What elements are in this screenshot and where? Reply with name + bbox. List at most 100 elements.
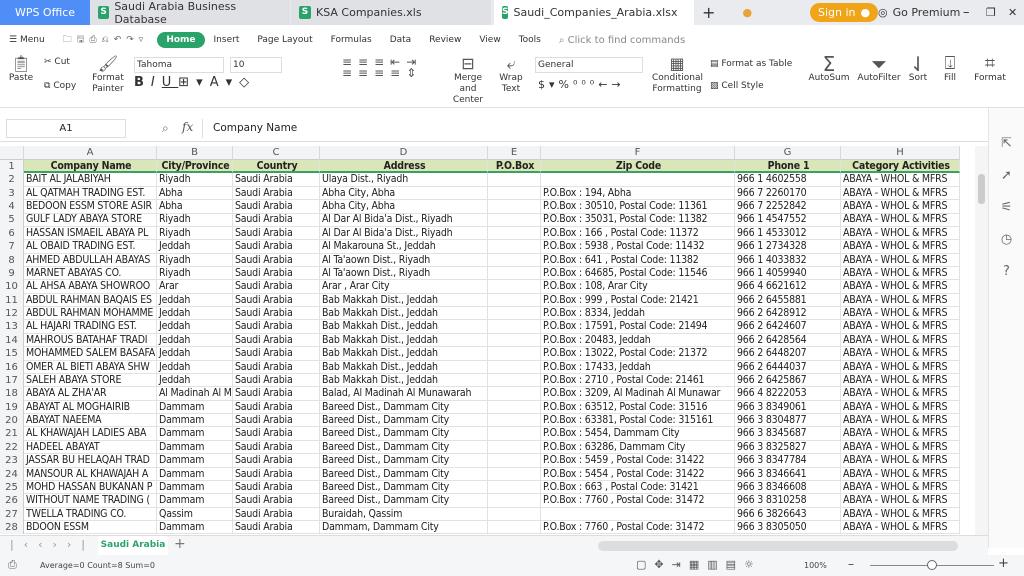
cell[interactable]: BAIT AL JALABIYAH bbox=[24, 173, 157, 187]
cell[interactable] bbox=[488, 186, 541, 201]
cell[interactable]: P.O.Box : 63286, Dammam City bbox=[541, 440, 735, 455]
cell[interactable]: Jeddah bbox=[157, 360, 233, 374]
cell[interactable]: Bab Makkah Dist., Jeddah bbox=[320, 360, 488, 374]
vertical-scrollbar[interactable] bbox=[975, 146, 988, 535]
go-premium-button[interactable]: ◎ Go Premium bbox=[870, 0, 968, 25]
header-cell[interactable]: P.O.Box bbox=[488, 160, 541, 174]
cell[interactable]: WITHOUT NAME TRADING ( bbox=[24, 494, 157, 508]
cell[interactable]: Saudi Arabia bbox=[233, 387, 320, 401]
cell[interactable]: AL HAJARI TRADING EST. bbox=[24, 320, 157, 334]
cell[interactable]: 966 3 8346608 bbox=[735, 480, 841, 495]
cell[interactable]: Saudi Arabia bbox=[233, 414, 320, 428]
cell[interactable]: 966 1 4033832 bbox=[735, 253, 841, 267]
cell[interactable]: 966 2 6448207 bbox=[735, 347, 841, 361]
cell[interactable]: Bareed Dist., Dammam City bbox=[320, 400, 488, 415]
cell[interactable]: Bab Makkah Dist., Jeddah bbox=[320, 293, 488, 308]
cell[interactable] bbox=[488, 266, 541, 281]
side-panel-icons[interactable]: ⇱ ➚ ⚟ ◷? bbox=[989, 108, 1024, 288]
cell[interactable] bbox=[488, 333, 541, 348]
cell[interactable]: P.O.Box : 5459 , Postal Code: 31422 bbox=[541, 454, 735, 468]
cell[interactable]: P.O.Box : 7760 , Postal Code: 31472 bbox=[541, 520, 735, 535]
row-number[interactable]: 27 bbox=[0, 507, 24, 521]
cell[interactable]: P.O.Box : 108, Arar City bbox=[541, 280, 735, 294]
cell[interactable]: Buraidah, Qassim bbox=[320, 507, 488, 521]
cell[interactable]: Abha bbox=[157, 200, 233, 214]
column-header-b[interactable]: B bbox=[157, 146, 233, 160]
cell[interactable]: 966 7 2252842 bbox=[735, 200, 841, 214]
doc-tab-3-active[interactable]: S Saudi_Companies_Arabia.xlsx ● bbox=[494, 0, 752, 25]
new-tab-button[interactable]: + bbox=[694, 0, 723, 25]
zoom-level[interactable]: 100% bbox=[804, 561, 827, 570]
cell[interactable] bbox=[488, 467, 541, 481]
cell[interactable]: ABAYA - WHOL & MFRS bbox=[841, 454, 960, 468]
cell[interactable]: 966 3 8310258 bbox=[735, 494, 841, 508]
cell[interactable]: ABAYA - WHOL & MFRS bbox=[841, 373, 960, 388]
fx-icon[interactable]: fx bbox=[182, 120, 193, 134]
cell[interactable]: Arar bbox=[157, 280, 233, 294]
row-number[interactable]: 14 bbox=[0, 333, 24, 348]
quick-access-icons[interactable]: 🗀🖫⎙⎌↶↷▿ bbox=[54, 32, 158, 48]
cell[interactable]: HASSAN ISMAEIL ABAYA PL bbox=[24, 226, 157, 241]
cell[interactable]: Saudi Arabia bbox=[233, 240, 320, 254]
cell[interactable]: Saudi Arabia bbox=[233, 266, 320, 281]
paste-button[interactable]: 📋︎ Paste bbox=[8, 55, 34, 84]
cell[interactable]: 966 1 4547552 bbox=[735, 213, 841, 227]
cell[interactable]: P.O.Box : 8334, Jeddah bbox=[541, 307, 735, 321]
cell[interactable]: ABAYA - WHOL & MFRS bbox=[841, 520, 960, 535]
row-number[interactable]: 13 bbox=[0, 320, 24, 334]
cell[interactable]: P.O.Box : 17433, Jeddah bbox=[541, 360, 735, 374]
cell[interactable]: Riyadh bbox=[157, 213, 233, 227]
cell[interactable]: Bareed Dist., Dammam City bbox=[320, 440, 488, 455]
cell[interactable]: Jeddah bbox=[157, 320, 233, 334]
row-number[interactable]: 3 bbox=[0, 186, 24, 201]
cell[interactable]: ABAYA - WHOL & MFRS bbox=[841, 414, 960, 428]
cell[interactable]: ABDUL RAHMAN BAQAIS ES bbox=[24, 293, 157, 308]
header-cell[interactable]: Company Name bbox=[24, 160, 157, 174]
cell[interactable]: Saudi Arabia bbox=[233, 186, 320, 201]
cell[interactable]: 966 6 3826643 bbox=[735, 507, 841, 521]
cell[interactable]: Saudi Arabia bbox=[233, 213, 320, 227]
cell[interactable]: Abha bbox=[157, 186, 233, 201]
cell[interactable]: AL QATMAH TRADING EST. bbox=[24, 186, 157, 201]
cell[interactable] bbox=[488, 507, 541, 521]
cell[interactable]: Dammam bbox=[157, 467, 233, 481]
row-number[interactable]: 7 bbox=[0, 240, 24, 254]
cell[interactable]: ABAYA - WHOL & MFRS bbox=[841, 360, 960, 374]
cell[interactable]: 966 2 6444037 bbox=[735, 360, 841, 374]
row-number[interactable]: 17 bbox=[0, 373, 24, 388]
sort-button[interactable]: ⇃ Sort bbox=[906, 54, 930, 84]
cell[interactable] bbox=[488, 414, 541, 428]
cell[interactable]: P.O.Box : 641 , Postal Code: 11382 bbox=[541, 253, 735, 267]
font-style-buttons[interactable]: BIU⊞▾A▾◇ bbox=[134, 76, 256, 89]
cell[interactable]: Ulaya Dist., Riyadh bbox=[320, 173, 488, 187]
fill-button[interactable]: ⍗ Fill bbox=[938, 55, 962, 84]
sheet-nav-buttons[interactable]: |‹‹››| bbox=[10, 538, 95, 551]
cell[interactable]: Saudi Arabia bbox=[233, 173, 320, 187]
cell[interactable] bbox=[488, 320, 541, 334]
cell[interactable]: Bareed Dist., Dammam City bbox=[320, 467, 488, 481]
cell[interactable]: HADEEL ABAYAT bbox=[24, 440, 157, 455]
header-cell[interactable]: Category Activities bbox=[841, 160, 960, 174]
cell[interactable]: Jeddah bbox=[157, 307, 233, 321]
cell[interactable]: 966 2 6424607 bbox=[735, 320, 841, 334]
formula-input[interactable]: Company Name bbox=[202, 119, 988, 138]
cell[interactable]: Saudi Arabia bbox=[233, 440, 320, 455]
cell[interactable]: Dammam bbox=[157, 400, 233, 415]
cell[interactable]: P.O.Box : 30510, Postal Code: 11361 bbox=[541, 200, 735, 214]
row-number[interactable]: 8 bbox=[0, 253, 24, 267]
header-cell[interactable]: Country bbox=[233, 160, 320, 174]
cell[interactable]: 966 3 8325827 bbox=[735, 440, 841, 455]
row-number[interactable]: 24 bbox=[0, 467, 24, 481]
cell[interactable]: BDOON ESSM bbox=[24, 520, 157, 535]
cell[interactable] bbox=[488, 213, 541, 227]
row-number[interactable]: 20 bbox=[0, 414, 24, 428]
row-number[interactable]: 28 bbox=[0, 520, 24, 535]
cell[interactable] bbox=[488, 240, 541, 254]
doc-tab-1[interactable]: S Saudi Arabia Business Database bbox=[90, 0, 290, 26]
cell[interactable]: Jeddah bbox=[157, 333, 233, 348]
cell[interactable]: Jeddah bbox=[157, 293, 233, 308]
cell[interactable]: Saudi Arabia bbox=[233, 360, 320, 374]
cell[interactable]: Saudi Arabia bbox=[233, 347, 320, 361]
cell[interactable]: ABAYA - WHOL & MFRS bbox=[841, 240, 960, 254]
cell[interactable]: ABAYA - WHOL & MFRS bbox=[841, 293, 960, 308]
